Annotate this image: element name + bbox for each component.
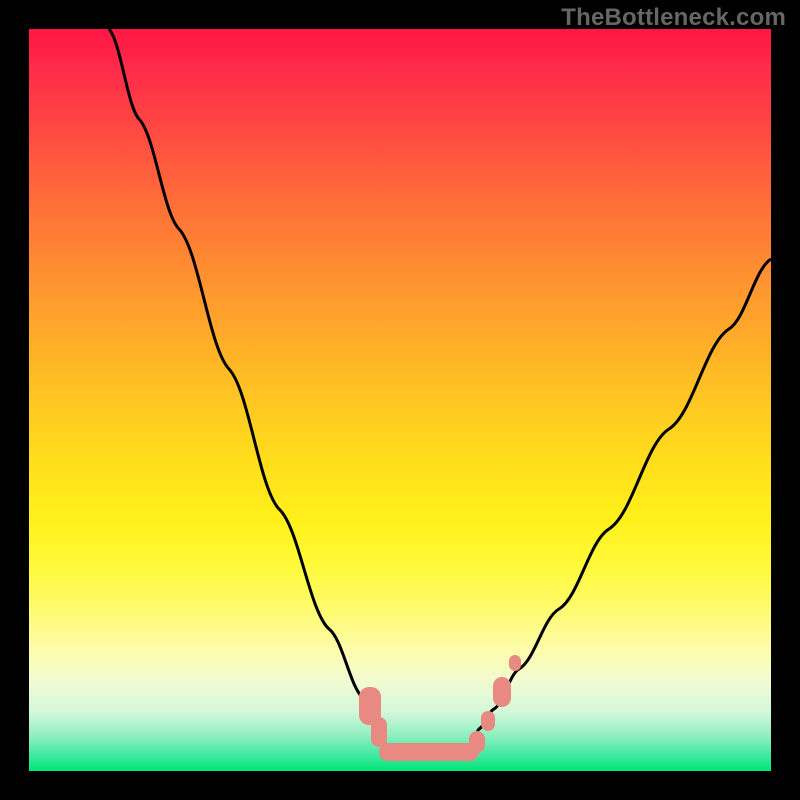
marker-blob <box>509 655 521 671</box>
marker-blob <box>469 731 485 753</box>
watermark-text: TheBottleneck.com <box>561 4 786 32</box>
marker-blob <box>481 711 495 731</box>
marker-blob <box>493 677 511 707</box>
curve-layer <box>29 29 771 771</box>
chart-frame: TheBottleneck.com <box>0 0 800 800</box>
plot-area <box>29 29 771 771</box>
left-curve-path <box>109 29 387 747</box>
marker-blob <box>379 743 479 761</box>
right-curve-path <box>471 259 771 747</box>
